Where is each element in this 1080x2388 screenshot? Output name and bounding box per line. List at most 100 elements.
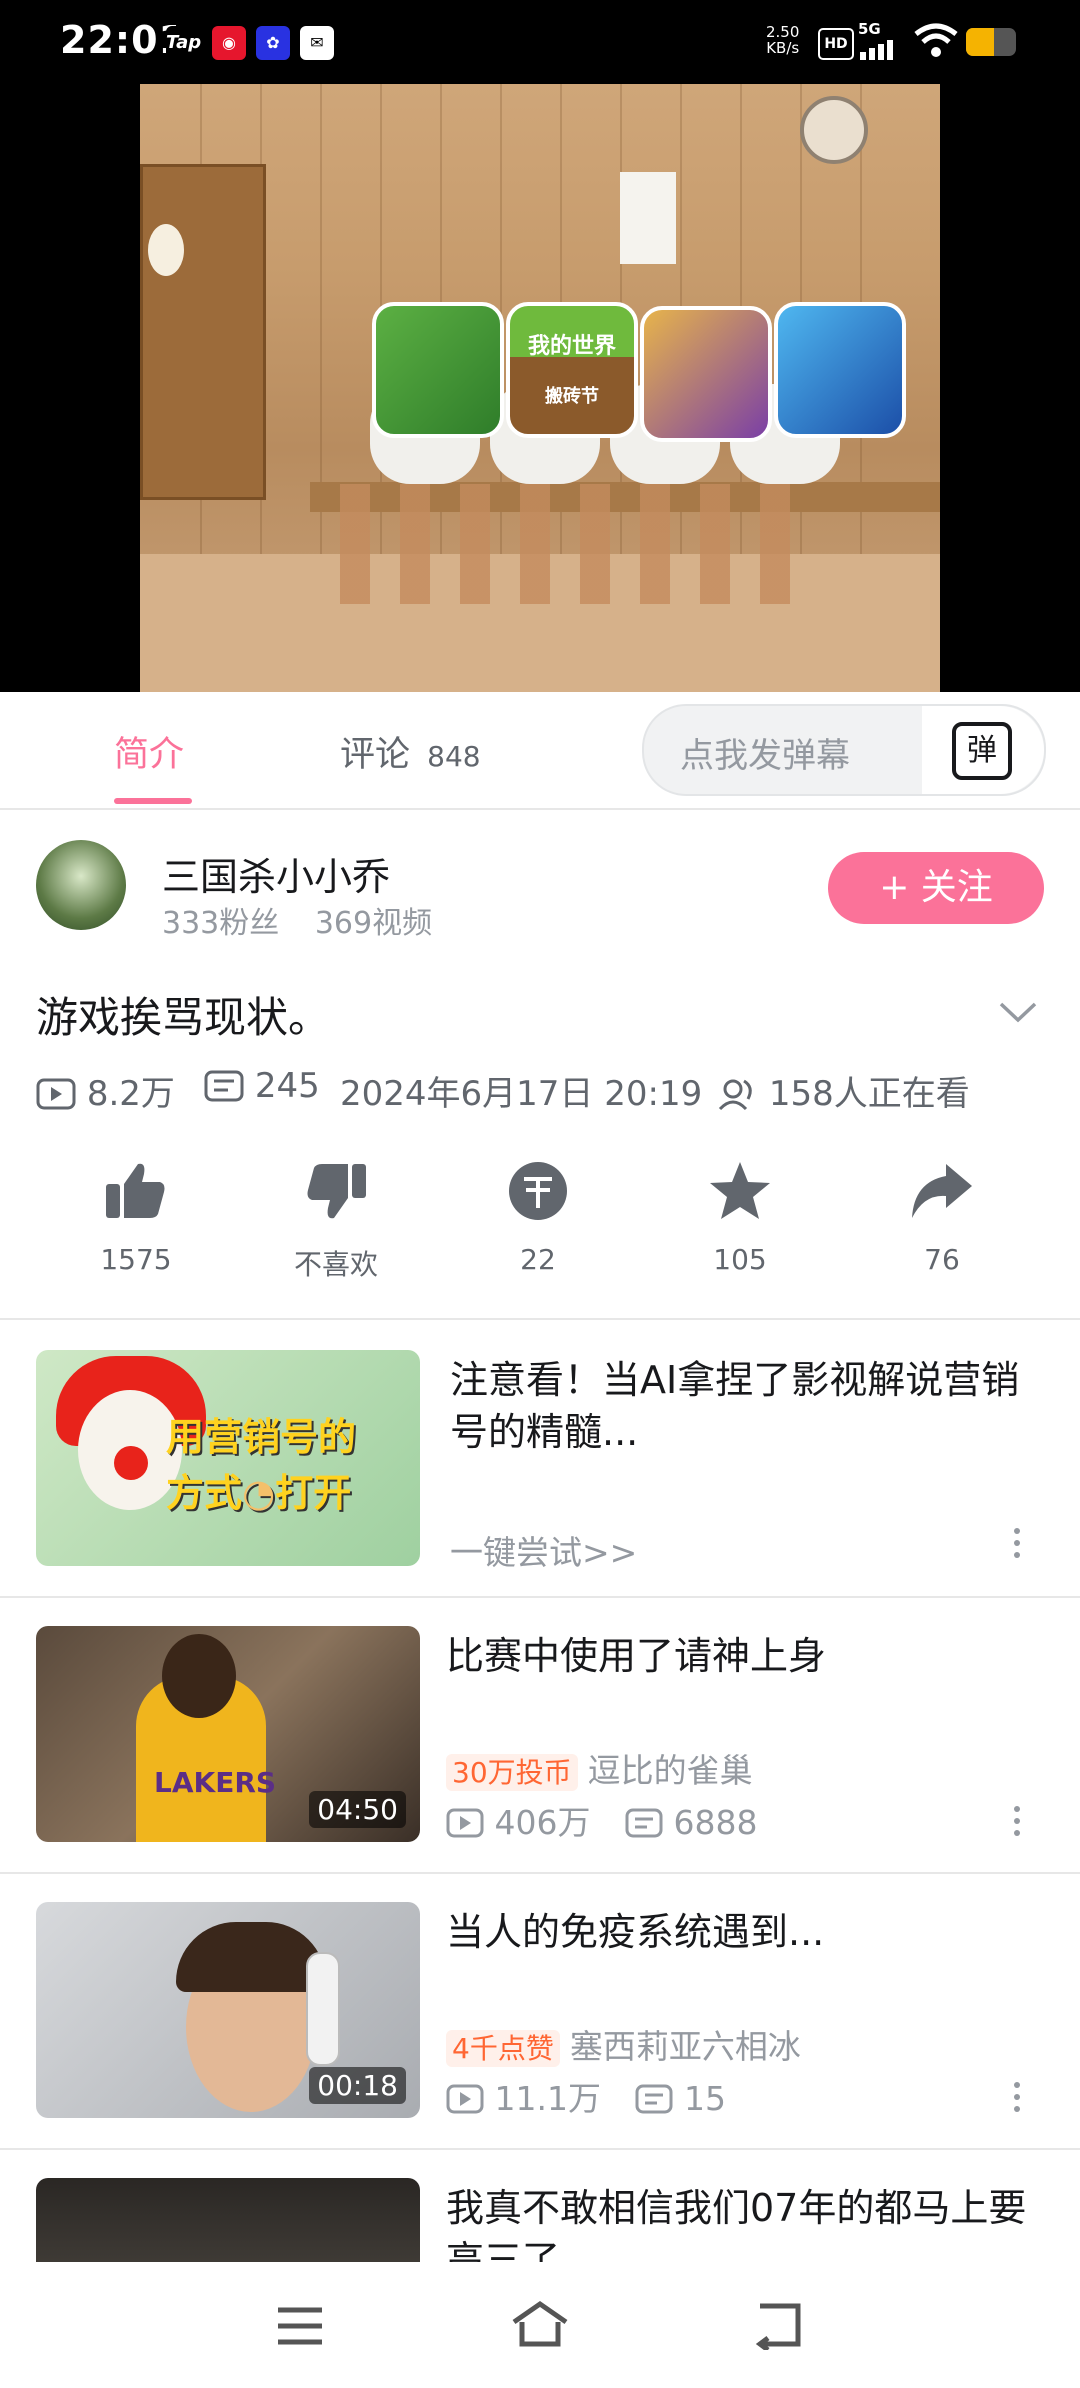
rec-title: 比赛中使用了请神上身	[446, 1634, 827, 1678]
sauna-door	[140, 164, 266, 500]
share-button[interactable]: 76	[882, 1160, 1002, 1276]
video-title: 游戏挨骂现状。	[36, 993, 331, 1042]
rec-meta: 30万投币 逗比的雀巢	[446, 1744, 753, 1792]
wall-notice	[620, 172, 676, 264]
rec-thumbnail[interactable]: 00:18	[36, 1902, 420, 2118]
uploader-name[interactable]: 三国杀小小乔	[162, 846, 390, 901]
video-duration: 04:50	[309, 1791, 406, 1828]
menu-icon[interactable]	[276, 2306, 324, 2346]
watching-count: 158人正在看	[768, 1074, 970, 1114]
dislike-label: 不喜欢	[293, 1248, 378, 1281]
divider	[0, 1596, 1080, 1598]
more-options-icon[interactable]	[1014, 1528, 1024, 1564]
like-count: 1575	[100, 1243, 172, 1276]
network-speed: 2.50 KB/s	[766, 23, 800, 57]
tab-comments[interactable]: 评论 848	[340, 726, 481, 777]
pvz-game-icon	[372, 302, 504, 438]
danmaku-meta: 245	[204, 1066, 320, 1106]
recommendation-item[interactable]: LAKERS 04:50 比赛中使用了请神上身 30万投币 逗比的雀巢 406万 …	[0, 1626, 1080, 1902]
recommendation-item[interactable]: 我真不敢相信我们07年的都马上要高三了	[0, 2178, 1080, 2262]
league-game-icon	[774, 302, 906, 438]
rec-badge: 30万投币	[446, 1754, 578, 1791]
divider	[0, 1318, 1080, 1320]
like-button[interactable]: 1575	[76, 1160, 196, 1276]
watching-icon	[718, 1079, 752, 1111]
tab-intro-indicator	[114, 798, 192, 804]
tap-app-icon: Tap	[166, 26, 201, 60]
rec-views: 11.1万	[494, 2079, 601, 2118]
tab-comments-count: 848	[427, 740, 481, 773]
dislike-button[interactable]: 不喜欢	[276, 1160, 396, 1283]
door-light	[148, 224, 184, 276]
views-meta: 8.2万	[36, 1066, 175, 1115]
more-options-icon[interactable]	[1014, 1806, 1024, 1842]
wall-clock	[800, 96, 868, 164]
avatar[interactable]	[36, 840, 126, 930]
home-icon[interactable]	[510, 2300, 570, 2350]
rec-danmaku: 15	[683, 2079, 726, 2118]
rec-thumbnail[interactable]	[36, 2178, 420, 2262]
video-duration: 00:18	[309, 2067, 406, 2104]
coin-icon	[509, 1162, 567, 1220]
clash-of-clans-game-icon	[640, 306, 772, 442]
danmaku-placeholder: 点我发弹幕	[680, 736, 850, 776]
share-icon	[912, 1164, 972, 1218]
person-hair	[176, 1922, 326, 1992]
wifi-icon	[914, 23, 958, 57]
headphones-icon	[306, 1952, 340, 2066]
rec-thumbnail[interactable]: 用营销号的 方式◔打开	[36, 1350, 420, 1566]
danmaku-count-icon	[625, 1808, 663, 1838]
rec-title: 我真不敢相信我们07年的都马上要高三了	[446, 2186, 1027, 2262]
rec-stats: 11.1万 15	[446, 2072, 726, 2120]
rec-badge: 4千点赞	[446, 2030, 560, 2067]
rec-try-link[interactable]: 一键尝试>>	[450, 1526, 637, 1574]
recommendation-item[interactable]: 00:18 当人的免疫系统遇到... 4千点赞 塞西莉亚六相冰 11.1万 15	[0, 1902, 1080, 2178]
tab-intro[interactable]: 简介	[114, 726, 184, 777]
danmaku-count: 245	[254, 1066, 320, 1106]
favorite-button[interactable]: 105	[680, 1160, 800, 1276]
rec-author: 塞西莉亚六相冰	[569, 2027, 801, 2066]
signal-icon	[860, 40, 893, 60]
thumb-text-1: 用营销号的	[166, 1415, 357, 1459]
rec-author: 逗比的雀巢	[587, 1751, 753, 1790]
rec-thumbnail[interactable]: LAKERS 04:50	[36, 1626, 420, 1842]
share-count: 76	[924, 1243, 960, 1276]
play-count-icon	[36, 1078, 76, 1110]
divider	[0, 2148, 1080, 2150]
rec-danmaku: 6888	[673, 1803, 758, 1842]
tab-comments-label: 评论	[340, 735, 411, 775]
uploader-videos: 369视频	[314, 906, 433, 941]
jersey-text: LAKERS	[154, 1766, 277, 1799]
network-type: 5G	[858, 20, 881, 38]
clown-nose	[114, 1446, 148, 1480]
follow-button[interactable]: + 关注	[828, 852, 1044, 924]
video-player[interactable]: 我的世界 搬砖节	[0, 84, 1080, 692]
mail-icon: ✉	[300, 26, 334, 60]
star-icon	[710, 1162, 770, 1219]
coin-button[interactable]: 22	[478, 1160, 598, 1276]
recommendation-item[interactable]: 用营销号的 方式◔打开 注意看！当AI拿捏了影视解说营销号的精髓... 一键尝试…	[0, 1350, 1080, 1626]
back-icon[interactable]	[754, 2300, 804, 2350]
minecraft-game-icon: 我的世界 搬砖节	[506, 302, 638, 438]
danmaku-count-icon	[204, 1070, 244, 1102]
more-options-icon[interactable]	[1014, 2082, 1024, 2118]
video-frame[interactable]: 我的世界 搬砖节	[140, 84, 940, 692]
system-nav-bar	[0, 2262, 1080, 2388]
danmaku-toggle[interactable]: 弹	[922, 706, 1044, 794]
watching-meta: 158人正在看	[718, 1066, 970, 1115]
uploader-fans: 333粉丝	[162, 906, 280, 941]
divider	[0, 1872, 1080, 1874]
status-bar: 22:01 Tap ◉ ✿ ✉ 2.50 KB/s HD 5G	[0, 0, 1080, 84]
danmaku-icon: 弹	[952, 722, 1012, 780]
player-head	[162, 1634, 236, 1718]
thumb-up-icon	[106, 1163, 165, 1218]
battery-icon	[966, 28, 1016, 56]
play-count-icon	[446, 2084, 484, 2114]
favorite-count: 105	[713, 1243, 767, 1276]
rec-meta: 4千点赞 塞西莉亚六相冰	[446, 2020, 801, 2068]
thumb-down-icon	[307, 1164, 366, 1219]
expand-chevron-icon[interactable]	[998, 1000, 1038, 1026]
publish-date: 2024年6月17日 20:19	[340, 1074, 703, 1114]
danmaku-input[interactable]: 点我发弹幕 弹	[642, 704, 1046, 796]
rec-title: 注意看！当AI拿捏了影视解说营销号的精髓...	[450, 1358, 1020, 1454]
